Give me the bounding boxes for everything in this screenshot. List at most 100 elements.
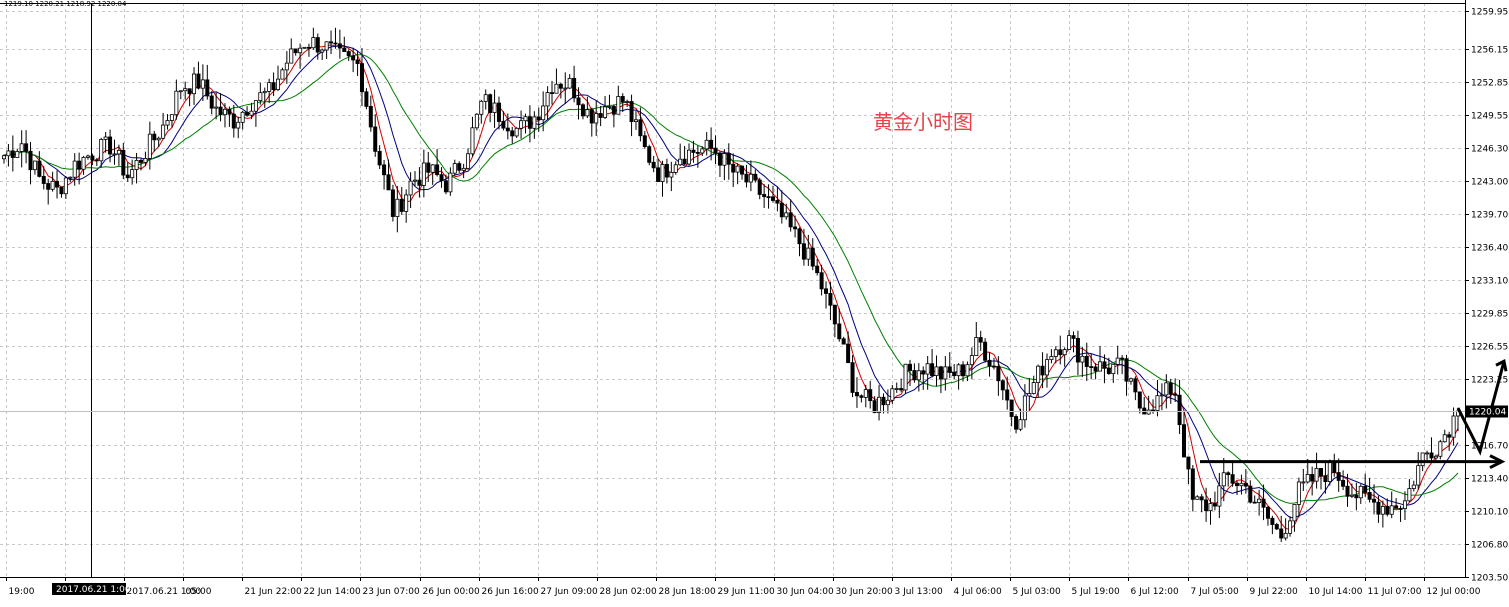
candle-bear [46,183,51,190]
candle-bull [413,179,418,182]
candle-bull [863,389,868,398]
candle-bear [293,48,298,54]
candle-bull [1296,481,1301,505]
x-tick-label: 26 Jun 16:00 [482,587,539,597]
candle-bear [1204,499,1209,512]
candle-bull [461,167,466,171]
candle-bear [841,338,846,345]
candle-bull [700,148,705,154]
candle-bear [779,202,784,218]
candle-bear [41,176,46,184]
candle-bear [457,163,462,171]
candle-bear [355,59,360,64]
y-tick-label: 1233.10 [1471,277,1508,287]
x-tick-label: 26 Jun 00:00 [423,587,480,597]
y-tick-label: 1246.30 [1471,145,1508,155]
candle-bull [116,149,121,155]
candle-bull [1164,382,1169,396]
candle-bull [169,114,174,121]
y-tick-label: 1236.40 [1471,244,1508,254]
candle-bear [1318,468,1323,477]
y-tick-label: 1216.70 [1471,442,1508,452]
candle-bear [94,159,99,162]
candle-bear [753,173,758,181]
candle-bull [165,120,170,126]
candle-bull [545,92,550,107]
candle-bull [320,49,325,53]
x-tick-label: 28 Jun 18:00 [659,587,716,597]
candle-bear [390,189,395,217]
candle-bull [130,169,135,179]
candle-bull [1380,505,1385,515]
chart-title: 黄金小时图 [873,110,973,134]
crosshair-time-label: 2017.06.21 1:00 [56,585,131,595]
price-chart[interactable]: 1259.95 1256.15 1252.85 1249.55 1246.30 1243.… [0,0,1509,603]
candle-bear [740,165,745,175]
y-tick-label: 1249.55 [1471,112,1508,122]
candle-bull [161,124,166,139]
candle-bear [1199,496,1204,501]
candle-bull [1416,465,1421,486]
candle-bull [563,87,568,90]
candle-bear [439,174,444,182]
candle-bear [1310,474,1315,482]
x-tick-label: 10 Jul 14:00 [1309,587,1363,597]
candle-bear [1186,456,1191,470]
candle-bear [77,160,82,170]
candle-bear [1336,472,1341,481]
candle-bull [1283,532,1288,539]
candle-bull [63,177,68,195]
candle-bull [1044,359,1049,376]
candle-bull [616,96,621,115]
x-tick-label: 27 Jun 09:00 [541,587,598,597]
candle-bear [797,228,802,245]
candle-bull [1155,395,1160,411]
candle-bull [877,396,882,413]
candle-bull [1402,500,1407,510]
candle-bear [55,180,60,188]
candle-bull [214,106,219,109]
candle-bull [890,388,895,401]
candle-bull [452,163,457,174]
x-tick-label: 28 Jun 02:00 [600,587,657,597]
candle-bull [1022,395,1027,421]
candle-bull [1349,494,1354,497]
candle-bear [1363,485,1368,493]
y-tick-label: 1206.80 [1471,541,1508,551]
candle-bear [961,364,966,377]
candle-bull [704,139,709,150]
candle-bear [368,106,373,128]
candle-bear [59,186,64,195]
candle-bear [1058,349,1063,356]
candle-bull [183,88,188,92]
chart-container[interactable]: 1259.95 1256.15 1252.85 1249.55 1246.30 1243.… [0,0,1509,603]
candle-bear [717,152,722,166]
candle-bear [691,149,696,153]
candle-bear [1265,506,1270,519]
candle-bull [134,159,139,170]
x-tick-label: 3 Jul 13:00 [895,587,944,597]
candle-bear [1354,494,1359,499]
candle-bull [174,90,179,116]
candle-bull [603,106,608,118]
x-tick-label: 9 Jul 22:00 [1250,587,1299,597]
candle-bull [607,106,612,108]
candle-bear [1367,492,1372,500]
candle-bull [541,105,546,121]
candle-bear [488,94,493,113]
candle-bear [496,102,501,122]
candle-bull [673,164,678,173]
candle-bull [956,364,961,377]
candle-bear [1341,480,1346,487]
candle-bear [399,198,404,212]
candle-bear [501,121,506,129]
candle-bear [1212,503,1217,507]
y-tick-label: 1203.50 [1471,574,1508,584]
candle-bull [430,164,435,173]
candle-bear [1385,505,1390,515]
candle-bear [37,160,42,177]
candle-bull [1407,488,1412,502]
candle-bear [1075,337,1080,363]
candle-bear [651,161,656,169]
candle-bear [1133,378,1138,393]
